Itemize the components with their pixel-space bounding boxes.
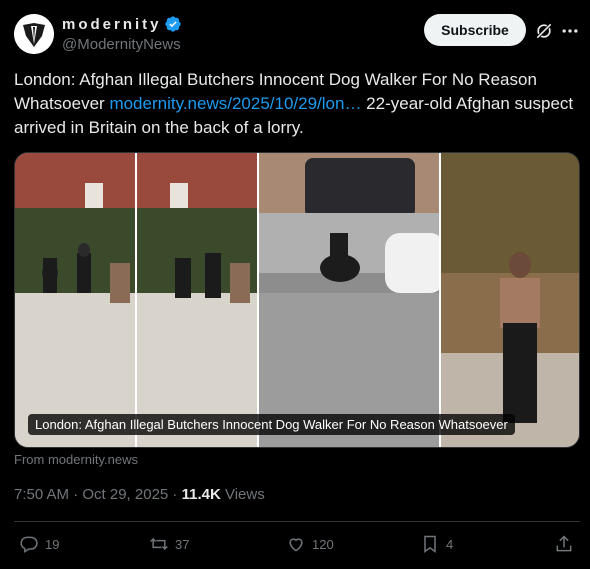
divider — [14, 521, 580, 522]
link-source[interactable]: From modernity.news — [14, 452, 138, 467]
heart-icon — [289, 538, 303, 552]
author-display-name[interactable]: modernity — [62, 16, 162, 33]
views-count: 11.4K — [181, 486, 221, 503]
author-avatar[interactable] — [14, 14, 54, 54]
tweet-text: London: Afghan Illegal Butchers Innocent… — [14, 68, 574, 140]
modernity-logo-icon — [14, 14, 54, 54]
repost-button[interactable]: 37 — [149, 534, 189, 554]
bookmark-button[interactable]: 4 — [420, 534, 453, 554]
reply-icon — [20, 536, 38, 553]
reply-count: 19 — [45, 536, 60, 552]
author-handle[interactable]: @ModernityNews — [62, 36, 181, 53]
like-count: 120 — [312, 536, 334, 552]
media-card[interactable]: London: Afghan Illegal Butchers Innocent… — [14, 152, 580, 448]
tweet-meta: 7:50 AM · Oct 29, 2025 · 11.4K Views — [14, 486, 265, 503]
tweet-link[interactable]: modernity.news/2025/10/29/lon… — [109, 94, 361, 113]
like-button[interactable]: 120 — [286, 534, 334, 554]
views-label: Views — [220, 486, 265, 503]
author-name-row[interactable]: modernity — [62, 15, 182, 33]
grok-icon[interactable] — [534, 21, 554, 41]
share-icon — [556, 535, 572, 552]
action-bar: 19 37 120 4 — [14, 534, 580, 558]
bookmark-count: 4 — [446, 536, 454, 552]
tweet-timestamp[interactable]: 7:50 AM · Oct 29, 2025 · — [14, 486, 182, 503]
repost-icon — [150, 537, 168, 551]
share-button[interactable] — [554, 534, 574, 554]
repost-count: 37 — [175, 536, 190, 552]
reply-button[interactable]: 19 — [19, 534, 59, 554]
subscribe-button[interactable]: Subscribe — [424, 14, 526, 46]
bookmark-icon — [424, 535, 436, 553]
media-caption: London: Afghan Illegal Butchers Innocent… — [28, 414, 515, 435]
verified-badge-icon — [164, 16, 181, 32]
more-options-icon[interactable] — [560, 21, 580, 41]
tweet-header: modernity @ModernityNews Subscribe — [14, 13, 582, 55]
media-image — [15, 153, 579, 447]
